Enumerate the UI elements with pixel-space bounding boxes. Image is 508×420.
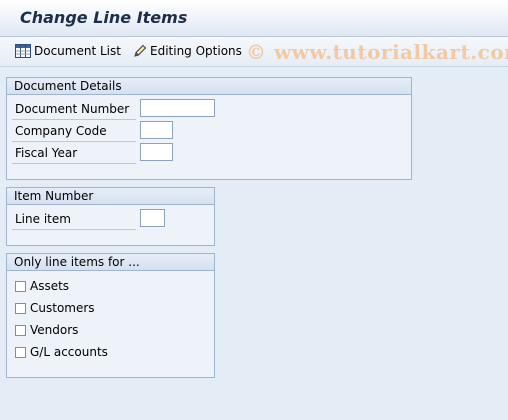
field-underline	[12, 163, 136, 164]
item-number-group: Item Number Line item	[6, 187, 215, 246]
only-line-items-group: Only line items for ... Assets Customers…	[6, 253, 215, 378]
assets-label: Assets	[30, 279, 70, 293]
document-list-label: Document List	[34, 44, 121, 58]
assets-checkbox-row[interactable]: Assets	[15, 278, 69, 294]
item-number-heading: Item Number	[7, 188, 214, 205]
field-underline	[12, 141, 136, 142]
document-list-icon	[15, 44, 31, 58]
vendors-checkbox[interactable]	[15, 324, 26, 336]
line-item-field[interactable]	[140, 209, 165, 227]
field-underline	[12, 119, 136, 120]
customers-checkbox-row[interactable]: Customers	[15, 300, 95, 316]
only-line-items-heading: Only line items for ...	[7, 254, 214, 271]
company-code-field[interactable]	[140, 121, 173, 139]
field-underline	[12, 229, 136, 230]
title-bar: Change Line Items	[0, 0, 508, 37]
document-details-group: Document Details Document Number Company…	[6, 77, 412, 180]
pencil-icon	[133, 44, 147, 58]
editing-options-label: Editing Options	[150, 44, 242, 58]
document-number-field[interactable]	[140, 99, 215, 117]
gl-accounts-checkbox[interactable]	[15, 346, 26, 358]
page-title: Change Line Items	[20, 8, 188, 27]
gl-accounts-checkbox-row[interactable]: G/L accounts	[15, 344, 108, 360]
editing-options-button[interactable]: Editing Options	[133, 42, 242, 60]
customers-label: Customers	[30, 301, 95, 315]
fiscal-year-label: Fiscal Year	[15, 146, 78, 160]
company-code-label: Company Code	[15, 124, 107, 138]
document-number-label: Document Number	[15, 102, 130, 116]
document-list-button[interactable]: Document List	[15, 42, 121, 60]
assets-checkbox[interactable]	[15, 280, 26, 292]
vendors-label: Vendors	[30, 323, 79, 337]
gl-accounts-label: G/L accounts	[30, 345, 108, 359]
watermark-text: © www.tutorialkart.com	[246, 40, 508, 64]
customers-checkbox[interactable]	[15, 302, 26, 314]
vendors-checkbox-row[interactable]: Vendors	[15, 322, 78, 338]
fiscal-year-field[interactable]	[140, 143, 173, 161]
line-item-label: Line item	[15, 212, 71, 226]
document-details-heading: Document Details	[7, 78, 411, 95]
